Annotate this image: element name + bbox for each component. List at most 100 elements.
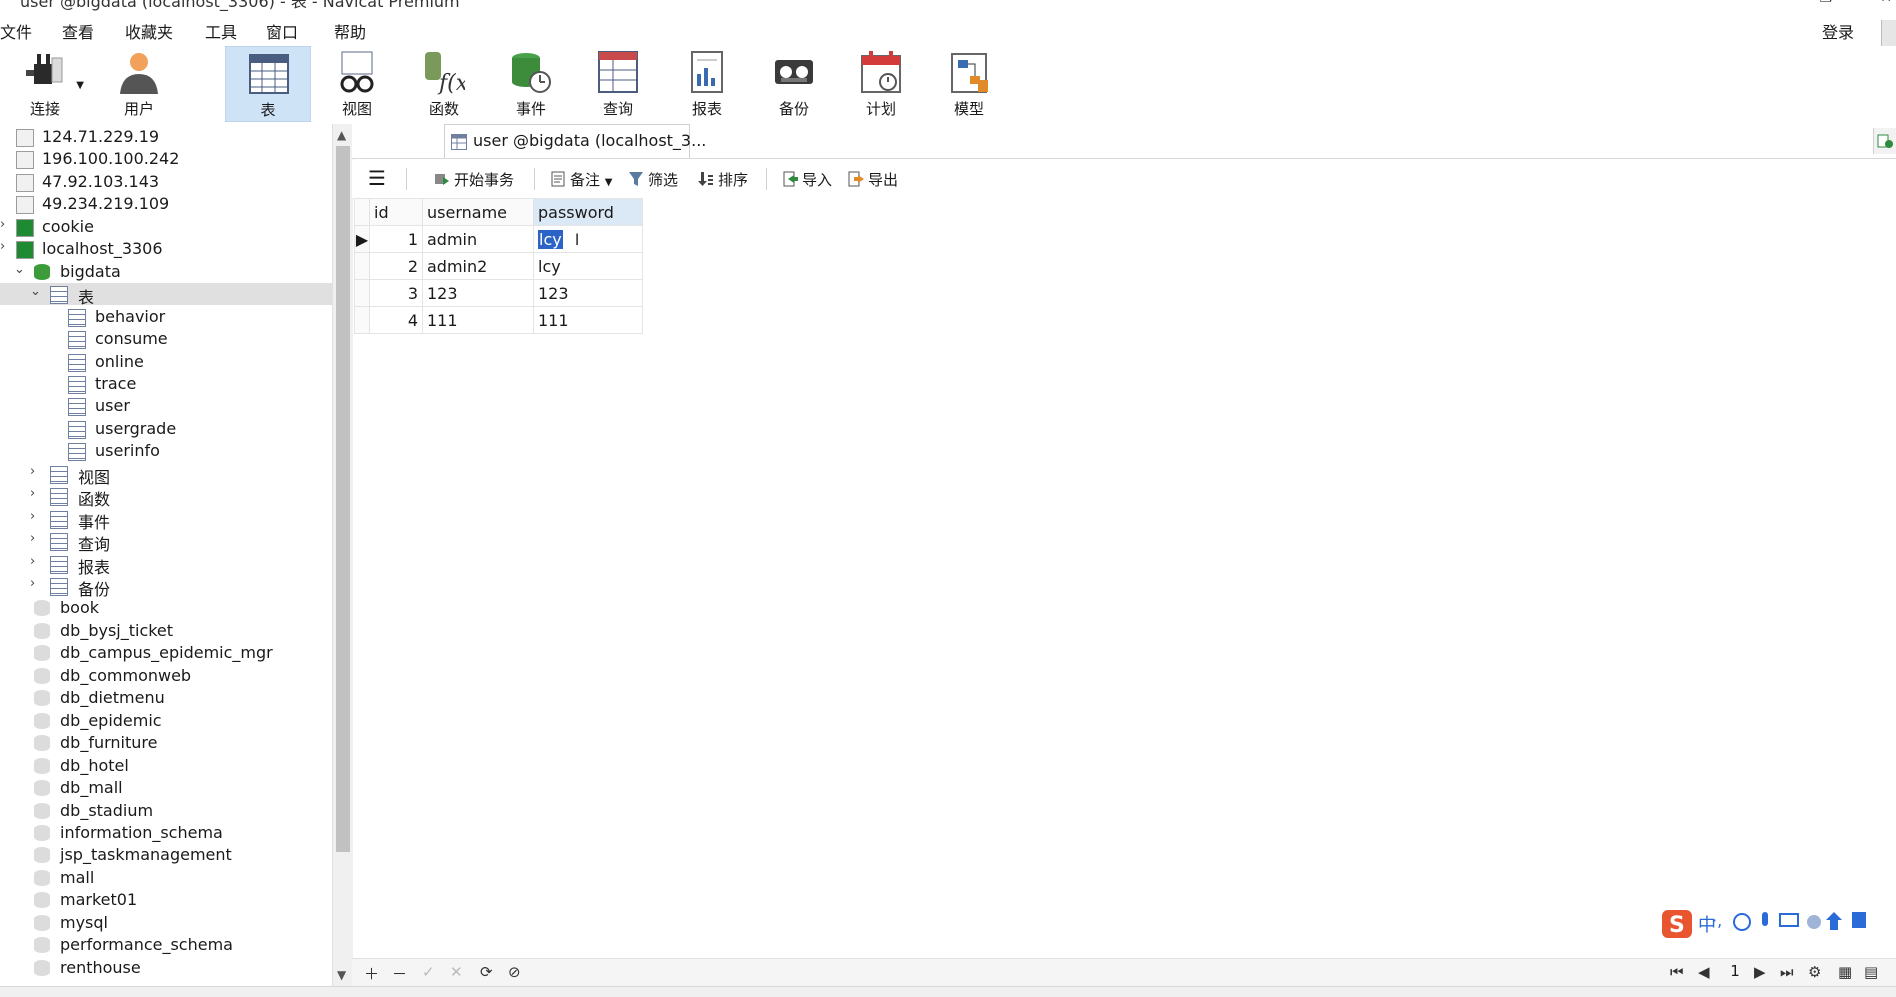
stop-icon[interactable]: ⊘ [508,963,521,981]
menu-file[interactable]: 文件 [0,19,32,43]
chevron-down-icon[interactable]: ▼ [76,80,84,91]
table-button[interactable]: 表 [225,46,311,122]
column-header-username[interactable]: username [422,198,534,226]
begin-transaction-button[interactable]: 开始事务 [434,169,514,190]
first-page-icon[interactable]: ⏮ [1670,963,1684,981]
apply-changes-icon[interactable]: ✓ [422,963,435,981]
table-row[interactable]: 4 111 111 [354,306,643,334]
sidebar-item-database[interactable]: db_epidemic [0,710,332,732]
query-button[interactable]: 查询 [575,46,661,122]
delete-record-icon[interactable]: － [392,963,407,984]
sidebar-item-database[interactable]: db_stadium [0,800,332,822]
export-button[interactable]: 导出 [848,169,898,190]
menu-help[interactable]: 帮助 [334,19,366,43]
sidebar-item-connection[interactable]: 124.71.229.19 [0,126,332,148]
chevron-right-icon[interactable]: › [30,576,35,591]
sort-button[interactable]: 排序 [698,169,748,190]
cell-id[interactable]: 4 [369,306,423,334]
cell-password[interactable]: 123 [533,279,643,307]
sidebar-item-database[interactable]: db_commonweb [0,665,332,687]
chevron-right-icon[interactable]: › [0,239,5,254]
chevron-right-icon[interactable]: › [0,217,5,232]
cell-password[interactable]: lcy [533,252,643,280]
sidebar-item-database[interactable]: mysql [0,912,332,934]
view-button[interactable]: 视图 [314,46,400,122]
menu-view[interactable]: 查看 [62,19,94,43]
cell-username[interactable]: admin2 [422,252,534,280]
sidebar-item-group[interactable]: › 报表 [0,553,332,577]
schedule-button[interactable]: 计划 [838,46,924,122]
chevron-right-icon[interactable]: › [30,554,35,569]
cell-username[interactable]: 111 [422,306,534,334]
sidebar-item-table[interactable]: online [0,351,332,373]
sidebar-item-database-open[interactable]: ⌄ bigdata [0,261,332,283]
sidebar-item-connection[interactable]: 47.92.103.143 [0,171,332,193]
model-button[interactable]: 模型 [926,46,1012,122]
connect-button[interactable]: ▼ 连接 [2,46,88,122]
sidebar-item-database[interactable]: book [0,597,332,619]
ime-toolbar[interactable]: S ·, 中 [1656,906,1896,940]
sidebar-item-table-group[interactable]: ⌄ 表 [0,283,332,307]
panel-toggle[interactable] [1881,20,1896,46]
sidebar-item-database[interactable]: db_hotel [0,755,332,777]
table-row[interactable]: 3 123 123 [354,279,643,307]
add-record-icon[interactable]: ＋ [364,963,379,984]
object-info-button[interactable] [1873,128,1896,154]
chevron-right-icon[interactable]: › [30,531,35,546]
sidebar-item-database[interactable]: jsp_taskmanagement [0,844,332,866]
scroll-down-icon[interactable]: ▼ [337,968,346,982]
sidebar-item-database[interactable]: market01 [0,889,332,911]
sidebar-item-table[interactable]: userinfo [0,440,332,462]
sidebar-item-connection[interactable]: 49.234.219.109 [0,193,332,215]
cell-username[interactable]: admin [422,225,534,253]
last-page-icon[interactable]: ⏭ [1780,963,1794,981]
cell-password[interactable]: 111 [533,306,643,334]
selected-text[interactable]: lcy [538,229,563,249]
restore-icon[interactable]: ❐ [1819,0,1832,6]
chevron-down-icon[interactable]: ⌄ [30,284,41,299]
next-page-icon[interactable]: ▶ [1754,963,1766,981]
form-view-icon[interactable]: ▤ [1864,963,1878,981]
hamburger-icon[interactable]: ☰ [368,166,386,190]
chevron-right-icon[interactable]: › [30,509,35,524]
discard-changes-icon[interactable]: ✕ [450,963,463,981]
sidebar-item-database[interactable]: performance_schema [0,934,332,956]
memo-button[interactable]: 备注 ▼ [550,169,613,190]
sidebar-item-database[interactable]: db_mall [0,777,332,799]
sidebar-item-group[interactable]: › 视图 [0,463,332,487]
function-button[interactable]: f(x) 函数 [401,46,487,122]
backup-button[interactable]: 备份 [751,46,837,122]
menu-window[interactable]: 窗口 [266,19,298,43]
sidebar-item-connection-open[interactable]: › cookie [0,216,332,238]
sidebar-item-table[interactable]: usergrade [0,418,332,440]
import-button[interactable]: 导入 [782,169,832,190]
sidebar-item-table[interactable]: trace [0,373,332,395]
sidebar-item-table[interactable]: user [0,395,332,417]
prev-page-icon[interactable]: ◀ [1698,963,1710,981]
sidebar-item-connection[interactable]: 196.100.100.242 [0,148,332,170]
menu-tools[interactable]: 工具 [205,19,237,43]
sidebar-item-database[interactable]: db_bysj_ticket [0,620,332,642]
event-button[interactable]: 事件 [488,46,574,122]
column-header-password[interactable]: password [533,198,643,226]
sidebar-item-connection-open[interactable]: › localhost_3306 [0,238,332,260]
sidebar-item-database[interactable]: db_dietmenu [0,687,332,709]
scrollbar-thumb[interactable] [336,146,350,852]
sidebar-item-table[interactable]: consume [0,328,332,350]
chevron-down-icon[interactable]: ⌄ [14,262,25,277]
cell-username[interactable]: 123 [422,279,534,307]
sidebar-item-database[interactable]: db_campus_epidemic_mgr [0,642,332,664]
cell-id[interactable]: 3 [369,279,423,307]
login-button[interactable]: 登录 [1822,19,1854,43]
column-header-id[interactable]: id [369,198,423,226]
close-icon[interactable]: ✕ [1880,0,1892,6]
chevron-right-icon[interactable]: › [30,486,35,501]
ime-mode-label[interactable]: 中 [1698,911,1716,937]
sidebar-item-table[interactable]: behavior [0,306,332,328]
cell-id[interactable]: 2 [369,252,423,280]
sidebar-item-database[interactable]: renthouse [0,957,332,979]
refresh-icon[interactable]: ⟳ [480,963,493,981]
cell-password-editing[interactable]: lcy I [533,225,643,253]
chevron-down-icon[interactable]: ▼ [605,177,613,188]
report-button[interactable]: 报表 [664,46,750,122]
